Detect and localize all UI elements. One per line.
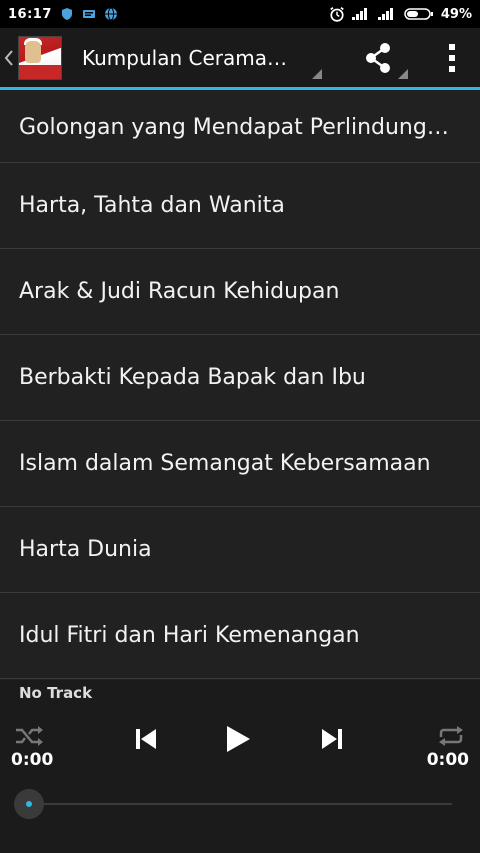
seek-track [28, 803, 452, 805]
shield-icon [61, 8, 72, 20]
repeat-icon [439, 726, 463, 746]
overflow-menu-button[interactable] [424, 28, 480, 87]
action-bar: Kumpulan Ceramah.. [0, 28, 480, 90]
total-duration: 0:00 [426, 750, 469, 770]
home-up-button[interactable] [0, 28, 62, 87]
dropdown-indicator-icon [398, 69, 408, 79]
list-item[interactable]: Idul Fitri dan Hari Kemenangan [0, 593, 480, 679]
globe-icon [104, 7, 117, 21]
message-icon [82, 10, 95, 18]
seek-thumb[interactable] [14, 789, 44, 819]
signal-icon [351, 8, 367, 20]
previous-button[interactable] [128, 722, 164, 756]
list-item[interactable]: Berbakti Kepada Bapak dan Ibu [0, 335, 480, 421]
list-item[interactable]: Golongan yang Mendapat Perlindungan [0, 93, 480, 163]
play-button[interactable] [218, 722, 258, 756]
play-icon [227, 726, 250, 752]
skip-next-icon [322, 729, 342, 749]
status-time: 16:17 [8, 6, 52, 22]
battery-icon [404, 8, 433, 20]
seek-bar[interactable] [14, 788, 454, 819]
shuffle-icon [16, 726, 43, 746]
list-item[interactable]: Islam dalam Semangat Kebersamaan [0, 421, 480, 507]
share-icon [366, 42, 390, 73]
lecture-list: Golongan yang Mendapat Perlindungan Hart… [0, 93, 480, 679]
app-icon [18, 35, 62, 80]
list-item[interactable]: Harta, Tahta dan Wanita [0, 163, 480, 249]
status-bar: 16:17 49% [0, 0, 480, 28]
chevron-left-icon [4, 49, 13, 66]
list-item[interactable]: Arak & Judi Racun Kehidupan [0, 249, 480, 335]
audio-player: No Track 0:00 0:00 [0, 680, 480, 853]
battery-percent: 49% [440, 6, 472, 22]
skip-previous-icon [136, 729, 156, 749]
alarm-icon [330, 7, 344, 22]
repeat-button[interactable] [434, 722, 468, 750]
list-item[interactable]: Harta Dunia [0, 507, 480, 593]
elapsed-time: 0:00 [11, 750, 54, 770]
app-title: Kumpulan Ceramah.. [82, 45, 292, 70]
share-button[interactable] [338, 28, 418, 87]
track-name: No Track [19, 684, 93, 702]
more-vertical-icon [449, 43, 455, 72]
shuffle-button[interactable] [12, 722, 46, 750]
dropdown-indicator-icon [312, 69, 322, 79]
title-spinner[interactable]: Kumpulan Ceramah.. [82, 28, 322, 87]
signal-icon [377, 8, 393, 20]
next-button[interactable] [314, 722, 350, 756]
